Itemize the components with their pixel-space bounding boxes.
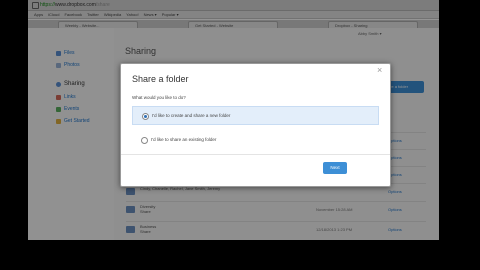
dialog-title: Share a folder — [132, 74, 189, 84]
option-label: I'd like to share an existing folder — [151, 137, 217, 142]
option-share-existing-folder[interactable]: I'd like to share an existing folder — [132, 131, 379, 150]
share-folder-dialog: Share a folder × What would you like to … — [120, 63, 391, 187]
radio-button-selected[interactable] — [142, 113, 149, 120]
dialog-divider — [121, 154, 390, 155]
close-icon[interactable]: × — [377, 66, 382, 75]
option-label: I'd like to create and share a new folde… — [152, 113, 231, 118]
dialog-question: What would you like to do? — [132, 95, 186, 100]
option-create-new-folder[interactable]: I'd like to create and share a new folde… — [132, 106, 379, 125]
next-button[interactable]: Next — [323, 162, 347, 174]
radio-button[interactable] — [141, 137, 148, 144]
screen: https://www.dropbox.com/share Apps iClou… — [28, 0, 439, 240]
